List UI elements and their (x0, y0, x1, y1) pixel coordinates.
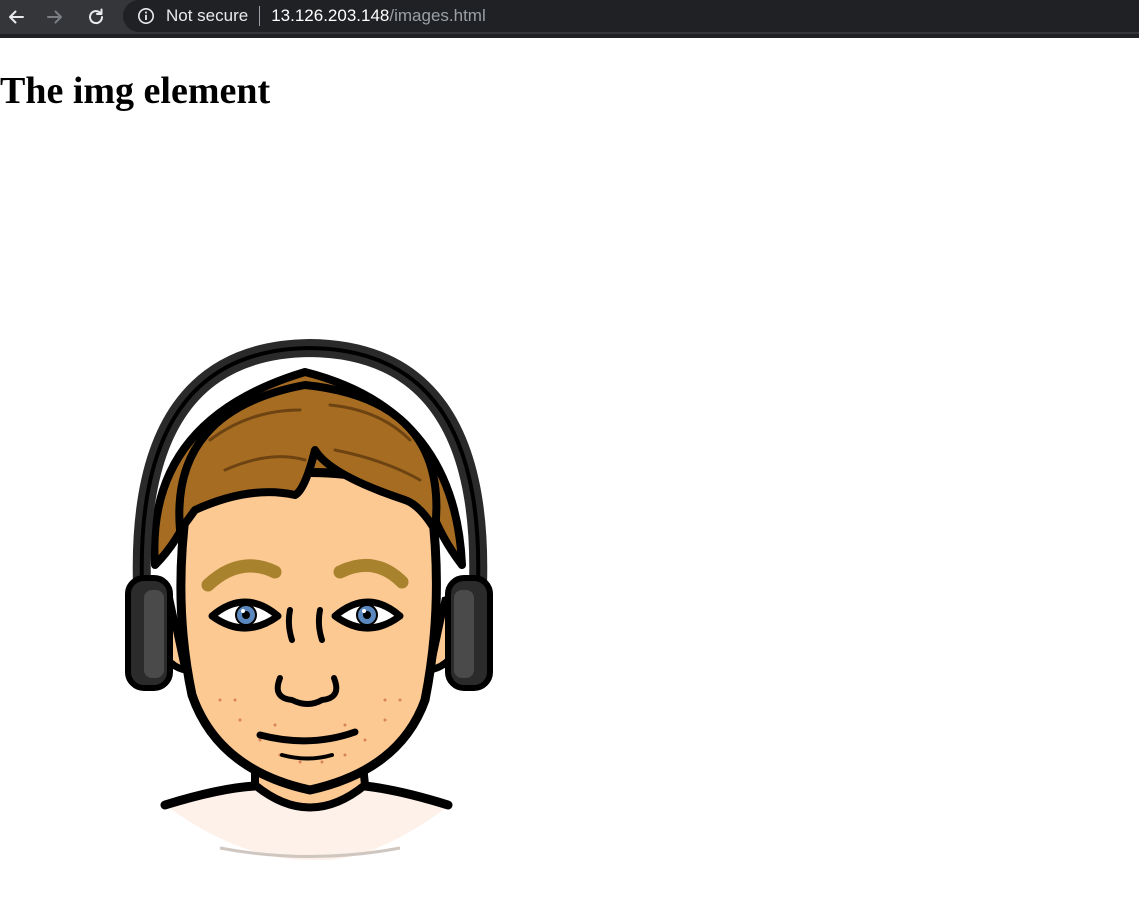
page-content: The img element (0, 38, 1139, 899)
reload-icon (86, 7, 106, 27)
info-icon[interactable] (137, 7, 155, 25)
avatar-image (100, 300, 520, 861)
url-host: 13.126.203.148 (271, 6, 390, 25)
url-text[interactable]: 13.126.203.148/images.html (271, 6, 486, 26)
back-button[interactable] (0, 0, 32, 34)
omnibox-divider (259, 6, 261, 26)
arrow-right-icon (45, 7, 65, 27)
security-status-label[interactable]: Not secure (166, 6, 248, 26)
browser-toolbar: Not secure 13.126.203.148/images.html (0, 0, 1139, 38)
page-heading: The img element (0, 70, 271, 112)
address-bar[interactable]: Not secure 13.126.203.148/images.html (123, 0, 1139, 32)
reload-button[interactable] (80, 0, 112, 34)
arrow-left-icon (6, 7, 26, 27)
url-path: /images.html (389, 6, 486, 25)
forward-button[interactable] (39, 0, 71, 34)
